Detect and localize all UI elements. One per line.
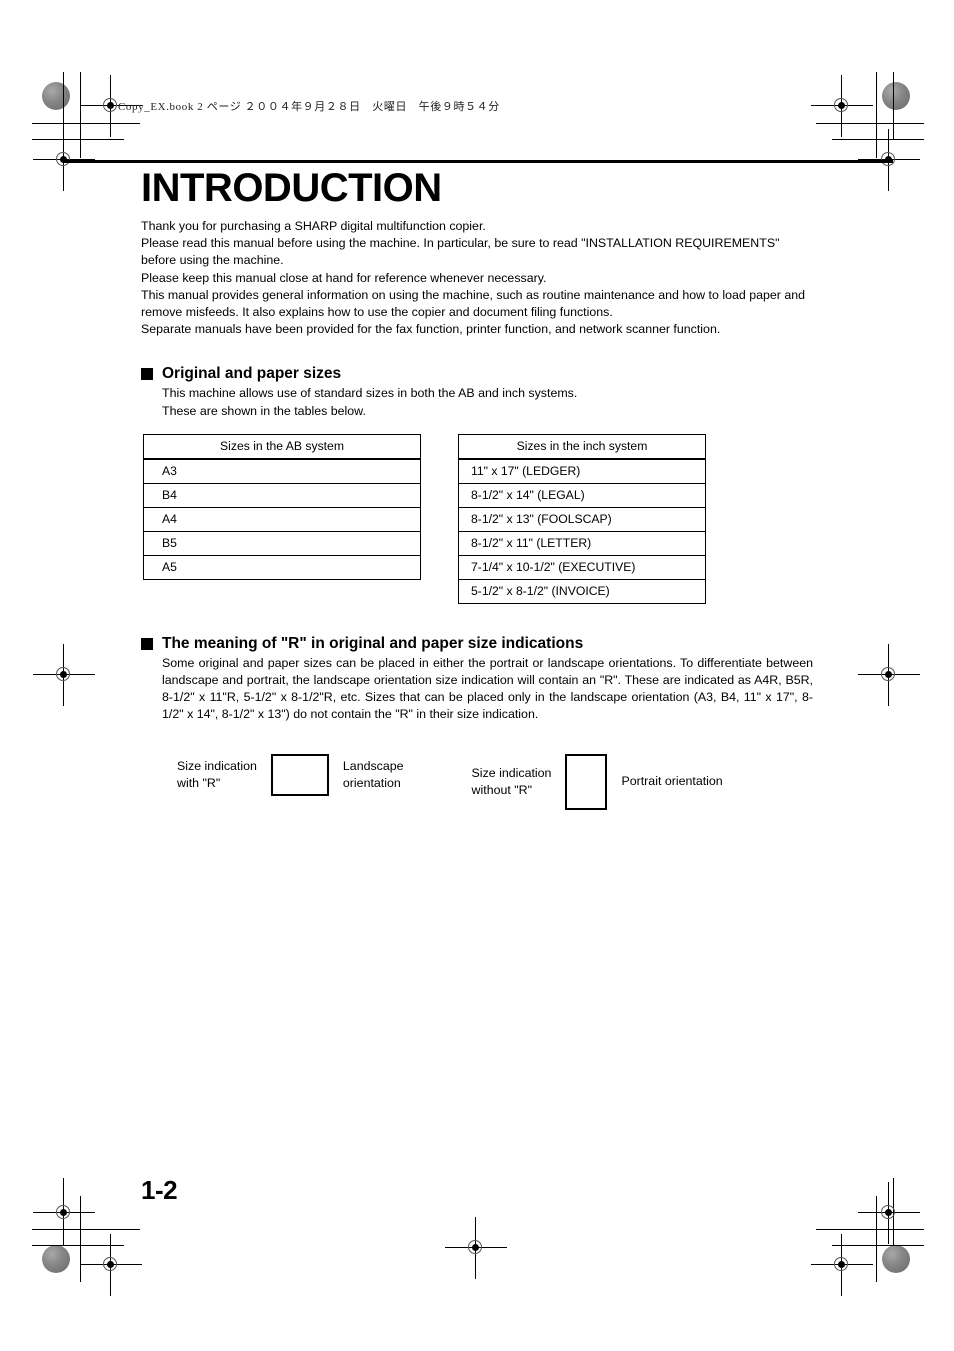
table-row: A4 [143,506,421,532]
portrait-label-line-1: Size indication [471,765,552,780]
table-row: 7-1/4" x 10-1/2" (EXECUTIVE) [458,554,706,580]
landscape-orientation-group: Size indication with "R" Landscape orien… [177,753,404,796]
halftone-registration-dot-bottom-left [42,1245,70,1273]
table-row: B5 [143,530,421,556]
halftone-registration-dot-bottom-right [882,1245,910,1273]
inch-size-cell: 11" x 17" (LEDGER) [458,458,706,484]
table-row: 8-1/2" x 14" (LEGAL) [458,482,706,508]
inch-size-cell: 5-1/2" x 8-1/2" (INVOICE) [458,578,706,604]
portrait-size-indication-label: Size indication without "R" [472,765,552,799]
intro-line-4: This manual provides general information… [141,287,806,320]
table-header-row: Sizes in the AB system [143,434,421,460]
portrait-paper-rectangle [565,753,608,810]
introduction-paragraphs: Thank you for purchasing a SHARP digital… [141,218,813,338]
print-header-metadata: Copy_EX.book 2 ページ ２００４年９月２８日 火曜日 午後９時５４… [118,101,500,113]
table-row: 8-1/2" x 11" (LETTER) [458,530,706,556]
landscape-paper-rectangle [270,753,329,796]
inch-size-cell: 8-1/2" x 11" (LETTER) [458,530,706,556]
registration-target-top-right-upper [811,75,873,137]
section-2-body: Some original and paper sizes can be pla… [162,655,813,724]
registration-target-bottom-left-upper [33,1182,95,1244]
portrait-orientation-caption: Portrait orientation [621,774,723,789]
ab-size-cell: B4 [143,482,421,508]
intro-line-3: Please keep this manual close at hand fo… [141,270,547,285]
section-1-heading: Original and paper sizes [141,364,813,383]
section-2-body-paragraph: Some original and paper sizes can be pla… [162,655,813,722]
table-header-row: Sizes in the inch system [458,434,706,460]
landscape-caption-line-1: Landscape [342,758,404,773]
orientation-diagram: Size indication with "R" Landscape orien… [177,753,813,810]
intro-line-1: Thank you for purchasing a SHARP digital… [141,219,486,233]
section-meaning-of-r: The meaning of "R" in original and paper… [141,634,813,810]
table-row: 5-1/2" x 8-1/2" (INVOICE) [458,578,706,604]
table-row: A5 [143,554,421,580]
registration-target-bottom-center [445,1217,507,1279]
ab-table-header: Sizes in the AB system [143,434,421,460]
landscape-caption-line-2: orientation [342,775,401,790]
ab-size-cell: B5 [143,530,421,556]
portrait-orientation-group: Size indication without "R" Portrait ori… [472,753,723,810]
intro-line-2: Please read this manual before using the… [141,236,780,268]
page-number: 1-2 [141,1175,178,1205]
section-1-title: Original and paper sizes [162,365,342,383]
crop-line-top-left-horizontal-outer [32,123,140,124]
crop-line-bottom-right-horizontal-outer [816,1229,924,1230]
intro-line-5: Separate manuals have been provided for … [141,322,721,337]
inch-table-header: Sizes in the inch system [458,434,706,460]
table-row: A3 [143,458,421,484]
table-row: 11" x 17" (LEDGER) [458,458,706,484]
inch-size-cell: 8-1/2" x 13" (FOOLSCAP) [458,506,706,532]
registration-target-middle-left [33,644,95,706]
section-1-body-line-1: This machine allows use of standard size… [162,386,578,401]
section-original-and-paper-sizes: Original and paper sizes This machine al… [141,364,813,604]
landscape-orientation-caption: Landscape orientation [343,758,404,792]
square-bullet-icon [141,637,153,650]
page-title: INTRODUCTION [141,166,442,210]
ab-size-cell: A5 [143,554,421,580]
landscape-label-line-2: with "R" [177,775,221,790]
landscape-label-line-1: Size indication [177,758,257,773]
crop-line-top-right-horizontal-inner [832,139,924,140]
halftone-registration-dot-top-right [882,82,910,110]
square-bullet-icon [141,368,153,381]
portrait-label-line-2: without "R" [471,782,532,797]
crop-line-top-left-horizontal-inner [32,139,124,140]
ab-size-cell: A4 [143,506,421,532]
table-row: 8-1/2" x 13" (FOOLSCAP) [458,506,706,532]
inch-system-size-table: Sizes in the inch system 11" x 17" (LEDG… [458,433,706,604]
size-tables-row: Sizes in the AB system A3 B4 A4 B5 A5 Si… [143,433,813,604]
title-horizontal-rule [63,160,893,163]
section-1-body-line-2: These are shown in the tables below. [162,403,366,418]
crop-line-top-right-vertical-outer [893,72,894,140]
page-content: INTRODUCTION Thank you for purchasing a … [141,168,813,810]
crop-line-bottom-right-horizontal-inner [832,1245,924,1246]
crop-line-top-right-horizontal-outer [816,123,924,124]
registration-target-middle-right [858,644,920,706]
section-1-body: This machine allows use of standard size… [162,385,813,419]
section-2-heading: The meaning of "R" in original and paper… [141,634,813,653]
landscape-size-indication-label: Size indication with "R" [177,758,257,792]
section-2-title: The meaning of "R" in original and paper… [162,634,584,652]
ab-size-cell: A3 [143,458,421,484]
ab-system-size-table: Sizes in the AB system A3 B4 A4 B5 A5 [143,433,421,580]
table-row: B4 [143,482,421,508]
registration-target-bottom-left-lower [80,1234,142,1296]
halftone-registration-dot-top-left [42,82,70,110]
registration-target-bottom-right-upper [858,1182,920,1244]
registration-target-bottom-right-lower [811,1234,873,1296]
inch-size-cell: 7-1/4" x 10-1/2" (EXECUTIVE) [458,554,706,580]
inch-size-cell: 8-1/2" x 14" (LEGAL) [458,482,706,508]
